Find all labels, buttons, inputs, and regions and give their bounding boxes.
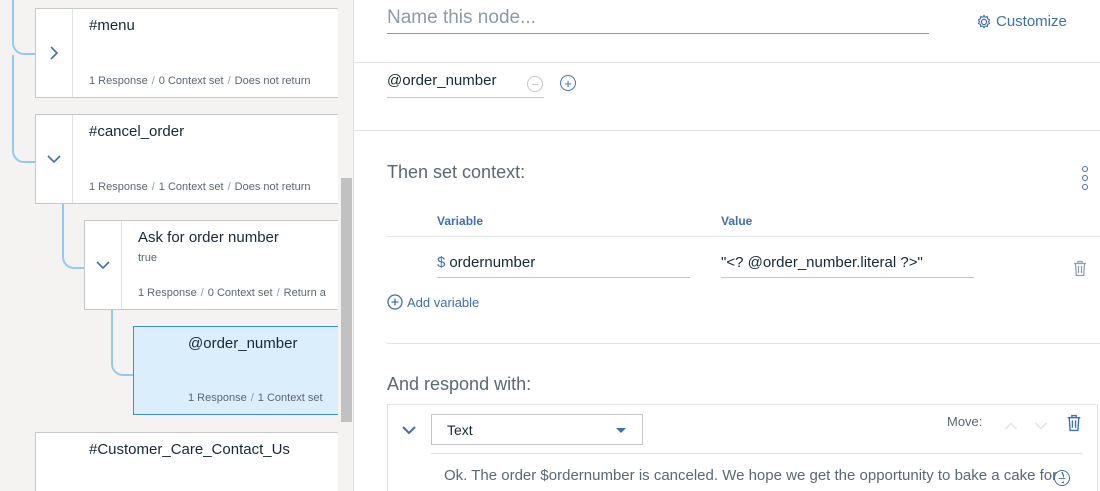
add-variable-button[interactable]: Add variable [387,294,479,310]
node-name-input[interactable]: Name this node... [387,4,929,34]
node-title: Ask for order number [138,229,279,246]
trash-icon [1067,414,1081,432]
node-condition: true [138,252,157,264]
tree-node-cancel-order[interactable]: #cancel_order 1 Response/1 Context set / D… [35,114,353,204]
expand-toggle[interactable] [36,9,73,97]
caret-down-icon [616,428,626,433]
delete-response-button[interactable] [1066,414,1082,437]
value-column-header: Value [721,214,753,228]
customize-button[interactable]: Customize [976,13,1067,30]
add-variable-label: Add variable [407,294,480,310]
chevron-right-icon [50,46,59,60]
trash-icon [1074,260,1086,277]
minus-icon: − [1058,470,1066,486]
remove-response-variation-button[interactable]: − [1054,470,1070,486]
minus-icon: − [531,76,539,92]
tree-scrollbar-thumb[interactable] [341,178,352,422]
response-text-input[interactable]: Ok. The order $ordernumber is canceled. … [444,467,1064,489]
divider [387,343,1100,344]
chevron-down-icon [1034,422,1048,430]
node-meta: 1 Response/1 Context set / Does not return [89,181,311,193]
context-value-input[interactable]: "<? @order_number.literal ?>" [721,254,974,278]
tree-connector [12,55,36,163]
divider [354,62,1100,63]
collapse-response-button[interactable] [401,423,417,441]
node-title: #cancel_order [89,123,185,140]
remove-condition-button[interactable]: − [527,76,543,92]
divider [354,130,1100,131]
chevron-down-icon [96,261,110,270]
tree-node-ask-for-order-number[interactable]: Ask for order number true 1 Response/0 C… [84,220,353,310]
node-meta: 1 Response/0 Context set / Does not return [89,75,311,87]
plus-circle-icon [387,294,403,310]
move-label: Move: [947,414,983,429]
tree-connector [12,0,36,55]
move-down-button[interactable] [1034,418,1048,436]
chevron-down-icon [47,155,61,164]
variable-name: ordernumber [449,254,536,271]
node-title: #Customer_Care_Contact_Us [89,441,290,458]
delete-variable-button[interactable] [1073,260,1087,282]
tree-node-customer-care-contact-us[interactable]: #Customer_Care_Contact_Us [35,432,353,491]
tree-node-order-number[interactable]: @order_number 1 Response/1 Context set [133,326,353,415]
condition-input[interactable]: @order_number [387,72,544,98]
dollar-sign: $ [437,254,446,271]
collapse-toggle[interactable] [36,115,73,203]
move-up-button[interactable] [1004,418,1018,436]
node-title: #menu [89,17,135,34]
chevron-down-icon [402,426,416,435]
customize-label: Customize [996,13,1067,30]
respond-section-title: And respond with: [387,374,532,394]
collapse-toggle[interactable] [85,221,122,309]
response-divider [431,453,1082,454]
tree-connector [111,310,135,376]
chevron-up-icon [1004,422,1018,430]
response-type-select[interactable]: Text [431,414,643,445]
node-meta: 1 Response/0 Context set / Return a [138,287,326,299]
dialog-tree-panel: #menu 1 Response/0 Context set / Does not … [0,0,353,491]
node-title: @order_number [188,335,298,352]
variable-column-header: Variable [437,214,484,228]
plus-icon: + [564,75,572,91]
context-section-title: Then set context: [387,162,526,182]
tree-node-menu[interactable]: #menu 1 Response/0 Context set / Does not … [35,8,353,98]
response-card: Text Move: Ok. The order $ordernumber is… [387,404,1098,491]
gear-icon [977,14,991,29]
context-variable-input[interactable]: $ ordernumber [437,254,690,278]
response-type-value: Text [447,421,473,438]
add-condition-button[interactable]: + [560,75,576,91]
kebab-menu-icon[interactable] [1080,166,1090,190]
tree-connector [62,204,86,269]
context-table-divider [387,236,1100,237]
node-meta: 1 Response/1 Context set [188,392,323,404]
node-editor-panel: Name this node... Customize @order_numbe… [353,0,1100,491]
